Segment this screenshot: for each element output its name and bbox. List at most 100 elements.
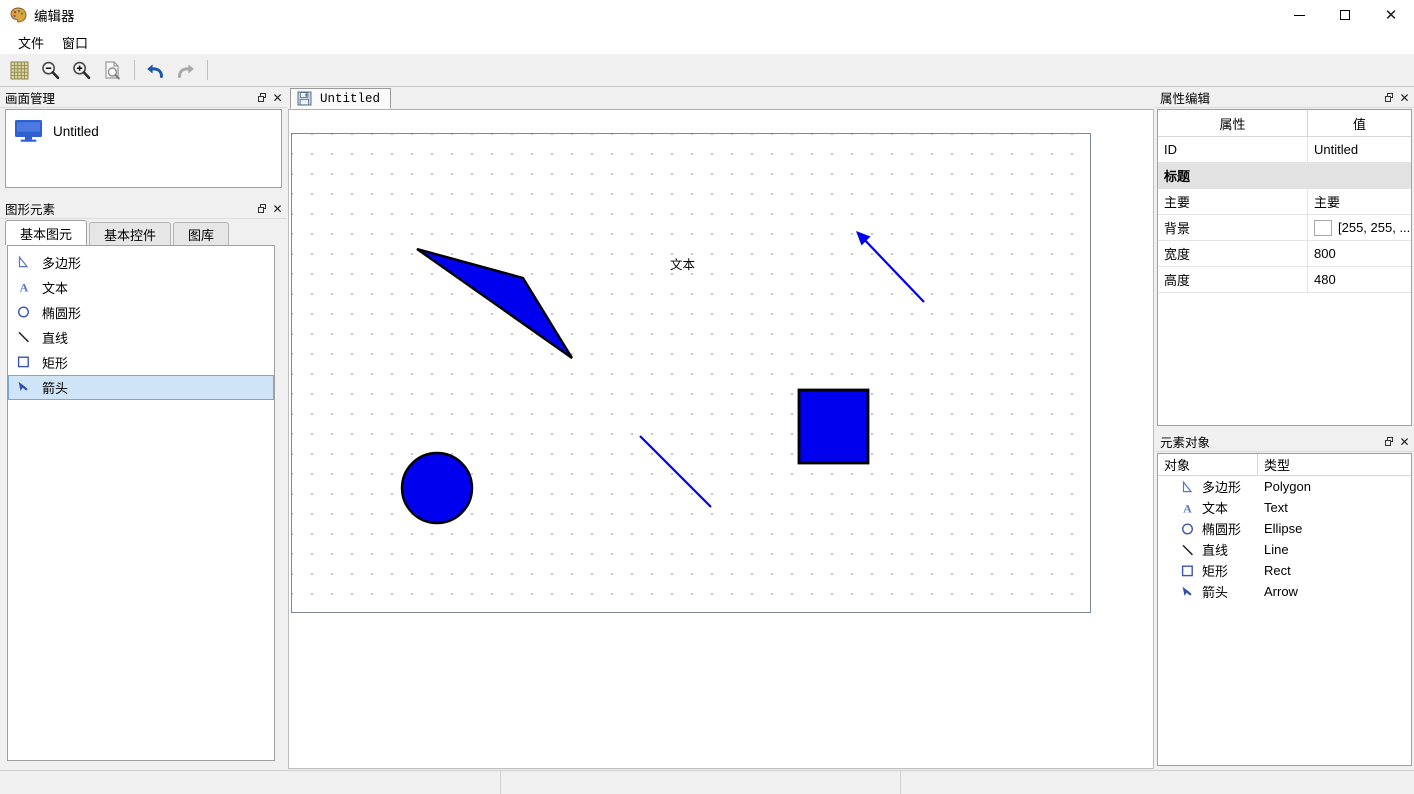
float-icon[interactable] <box>255 201 270 216</box>
object-panel-header: 元素对象 ✕ <box>1155 432 1414 452</box>
property-value[interactable]: 800 <box>1308 241 1411 267</box>
close-icon[interactable]: ✕ <box>270 201 285 216</box>
table-row[interactable]: 直线 Line <box>1158 539 1411 560</box>
toolbar-separator-2 <box>207 60 208 80</box>
shape-item-label: 椭圆形 <box>42 306 82 321</box>
rect-icon <box>16 355 34 371</box>
menu-file[interactable]: 文件 <box>9 31 53 54</box>
tab-basic-controls[interactable]: 基本控件 <box>89 222 172 245</box>
polygon-icon <box>1180 480 1196 494</box>
screen-panel-title: 画面管理 <box>5 92 56 106</box>
minimize-button[interactable] <box>1276 0 1322 30</box>
disk-icon <box>297 91 312 106</box>
shape-item-line[interactable]: 直线 <box>8 325 274 350</box>
ellipse-icon <box>1180 522 1196 536</box>
table-row[interactable]: 箭头 Arrow <box>1158 581 1411 602</box>
table-row[interactable]: 背景 [255, 255, ... <box>1158 215 1411 241</box>
object-table: 对象 类型 多边形 Polygon A 文本 Text 椭圆形 Ellipse … <box>1157 453 1412 766</box>
object-panel-title: 元素对象 <box>1160 436 1211 450</box>
graphic-elements-panel: 图形元素 ✕ 基本图元 基本控件 图库 多边形 A 文本 椭圆形 直线 矩形 箭… <box>0 199 287 769</box>
property-value[interactable]: Untitled <box>1308 137 1411 163</box>
grid-toggle-button[interactable] <box>5 57 34 84</box>
shape-item-ellipse[interactable]: 椭圆形 <box>8 300 274 325</box>
list-item[interactable]: Untitled <box>14 116 281 146</box>
line-shape <box>639 435 712 508</box>
property-panel-header: 属性编辑 ✕ <box>1155 88 1414 108</box>
property-value <box>1308 163 1411 189</box>
zoom-fit-button[interactable] <box>98 57 127 84</box>
column-header-object: 对象 <box>1158 454 1258 476</box>
arrow-icon <box>1180 585 1196 599</box>
property-value[interactable]: 主要 <box>1308 189 1411 215</box>
object-name: 多边形 <box>1202 480 1242 495</box>
table-row[interactable]: 宽度 800 <box>1158 241 1411 267</box>
svg-text:A: A <box>1183 501 1192 515</box>
close-icon[interactable]: ✕ <box>270 90 285 105</box>
object-name: 矩形 <box>1202 564 1229 579</box>
shape-item-text[interactable]: A 文本 <box>8 275 274 300</box>
undo-button[interactable] <box>140 57 169 84</box>
object-type: Ellipse <box>1264 521 1303 536</box>
close-icon: ✕ <box>1384 5 1398 24</box>
text-icon: A <box>16 280 34 296</box>
shape-item-label: 文本 <box>42 281 69 296</box>
menu-window[interactable]: 窗口 <box>53 31 97 54</box>
table-row[interactable]: 高度 480 <box>1158 267 1411 293</box>
table-row[interactable]: ID Untitled <box>1158 137 1411 163</box>
shape-list[interactable]: 多边形 A 文本 椭圆形 直线 矩形 箭头 <box>7 245 275 761</box>
close-icon[interactable]: ✕ <box>1397 90 1412 105</box>
zoom-in-button[interactable] <box>67 57 96 84</box>
float-icon[interactable] <box>255 90 270 105</box>
screen-panel-header: 画面管理 ✕ <box>0 88 287 108</box>
elements-tabs: 基本图元 基本控件 图库 <box>5 220 231 245</box>
grid-toggle-icon <box>10 61 29 80</box>
elements-panel-header: 图形元素 ✕ <box>0 199 287 219</box>
shape-item-rect[interactable]: 矩形 <box>8 350 274 375</box>
document-area: Untitled 文本 <box>288 88 1154 769</box>
table-row[interactable]: 矩形 Rect <box>1158 560 1411 581</box>
design-canvas[interactable]: 文本 <box>291 133 1091 613</box>
property-key: 背景 <box>1158 215 1308 241</box>
ellipse-icon <box>16 305 34 321</box>
document-tab-untitled[interactable]: Untitled <box>290 88 392 109</box>
arrow-shape <box>856 231 925 303</box>
shape-item-arrow[interactable]: 箭头 <box>8 375 274 400</box>
column-header-value: 值 <box>1308 110 1411 137</box>
shape-item-label: 多边形 <box>42 256 82 271</box>
table-row[interactable]: A 文本 Text <box>1158 497 1411 518</box>
maximize-button[interactable] <box>1322 0 1368 30</box>
shape-item-label: 箭头 <box>42 381 69 396</box>
tab-basic-primitives[interactable]: 基本图元 <box>5 220 88 245</box>
property-value-color[interactable]: [255, 255, ... <box>1308 215 1411 241</box>
redo-button[interactable] <box>171 57 200 84</box>
text-icon: A <box>1180 501 1196 515</box>
close-icon[interactable]: ✕ <box>1397 434 1412 449</box>
zoom-in-icon <box>71 60 92 81</box>
svg-text:A: A <box>20 280 29 294</box>
text-shape[interactable]: 文本 <box>670 254 695 273</box>
menu-bar: 文件 窗口 <box>0 30 1414 54</box>
monitor-icon <box>14 119 44 143</box>
float-icon[interactable] <box>1382 434 1397 449</box>
object-type: Arrow <box>1264 584 1298 599</box>
status-segment-1 <box>0 771 501 794</box>
property-key: 主要 <box>1158 189 1308 215</box>
line-icon <box>1180 543 1196 557</box>
object-type: Polygon <box>1264 479 1311 494</box>
zoom-out-button[interactable] <box>36 57 65 84</box>
table-row[interactable]: 多边形 Polygon <box>1158 476 1411 497</box>
table-row[interactable]: 椭圆形 Ellipse <box>1158 518 1411 539</box>
document-tab-bar: Untitled <box>288 88 1154 110</box>
canvas-workspace[interactable]: 文本 <box>288 110 1154 769</box>
table-row[interactable]: 主要 主要 <box>1158 189 1411 215</box>
window-controls: ✕ <box>1276 0 1414 30</box>
screen-item-label: Untitled <box>53 123 99 139</box>
float-icon[interactable] <box>1382 90 1397 105</box>
close-button[interactable]: ✕ <box>1368 0 1414 30</box>
property-value[interactable]: 480 <box>1308 267 1411 293</box>
tab-gallery[interactable]: 图库 <box>173 222 230 245</box>
shape-item-polygon[interactable]: 多边形 <box>8 250 274 275</box>
object-name: 文本 <box>1202 501 1229 516</box>
screen-list[interactable]: Untitled <box>5 109 282 188</box>
shape-item-label: 矩形 <box>42 356 69 371</box>
